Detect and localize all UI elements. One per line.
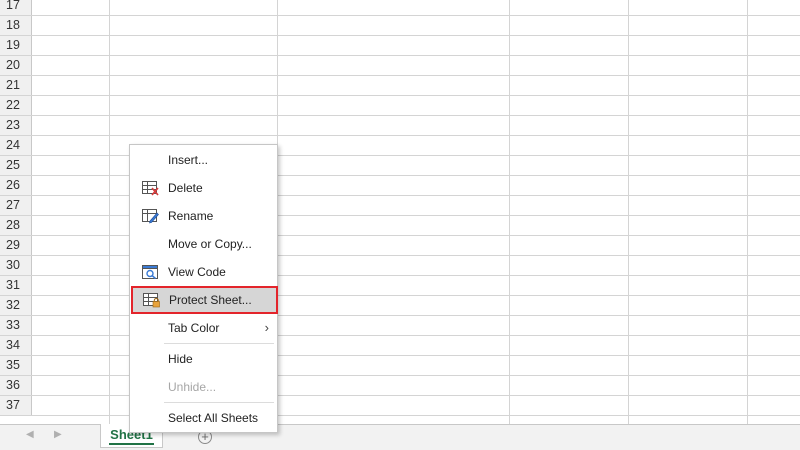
spreadsheet-grid[interactable]: 17 18 19 20 21 22 23 24 25 26 27 28 29 30 31 32 33 34 35 36…	[0, 0, 800, 424]
row-header[interactable]: 20	[0, 56, 32, 75]
menu-item-label: Insert...	[168, 153, 209, 167]
protect-sheet-icon	[143, 293, 160, 308]
row-header[interactable]: 29	[0, 236, 32, 255]
grid-row[interactable]: 19	[0, 36, 800, 56]
excel-window: 17 18 19 20 21 22 23 24 25 26 27 28 29 30 31 32 33 34 35 36…	[0, 0, 800, 450]
menu-item-label: Move or Copy...	[168, 237, 252, 251]
grid-row[interactable]: 20	[0, 56, 800, 76]
menu-item-protect-sheet[interactable]: Protect Sheet...	[131, 286, 278, 314]
menu-item-label: Protect Sheet...	[169, 293, 252, 307]
row-header[interactable]: 32	[0, 296, 32, 315]
row-header[interactable]: 25	[0, 156, 32, 175]
delete-sheet-icon	[142, 181, 159, 196]
row-header[interactable]: 28	[0, 216, 32, 235]
menu-item-select-all-sheets[interactable]: Select All Sheets	[130, 404, 277, 432]
menu-item-label: Hide	[168, 352, 193, 366]
grid-row[interactable]: 30	[0, 256, 800, 276]
rename-sheet-icon	[142, 209, 159, 224]
row-header[interactable]: 31	[0, 276, 32, 295]
menu-item-insert[interactable]: Insert...	[130, 146, 277, 174]
row-header[interactable]: 34	[0, 336, 32, 355]
grid-row[interactable]: 36	[0, 376, 800, 396]
menu-item-unhide: Unhide...	[130, 373, 277, 401]
sheet-context-menu: Insert... Delete Rename Move or Copy... …	[129, 144, 278, 433]
row-header[interactable]: 33	[0, 316, 32, 335]
menu-item-view-code[interactable]: View Code	[130, 258, 277, 286]
menu-item-hide[interactable]: Hide	[130, 345, 277, 373]
grid-row[interactable]: 25	[0, 156, 800, 176]
menu-item-label: Delete	[168, 181, 203, 195]
grid-row[interactable]: 26	[0, 176, 800, 196]
menu-item-move-or-copy[interactable]: Move or Copy...	[130, 230, 277, 258]
grid-row[interactable]: 33	[0, 316, 800, 336]
row-header[interactable]: 24	[0, 136, 32, 155]
view-code-icon	[142, 265, 158, 280]
column-gridline	[509, 0, 510, 424]
column-gridline	[109, 0, 110, 424]
column-gridline	[628, 0, 629, 424]
row-header[interactable]: 37	[0, 396, 32, 415]
menu-separator	[164, 343, 274, 344]
grid-row[interactable]: 35	[0, 356, 800, 376]
menu-item-delete[interactable]: Delete	[130, 174, 277, 202]
grid-row[interactable]: 28	[0, 216, 800, 236]
row-header[interactable]: 22	[0, 96, 32, 115]
menu-separator	[164, 402, 274, 403]
grid-row[interactable]: 29	[0, 236, 800, 256]
row-header[interactable]: 18	[0, 16, 32, 35]
row-header[interactable]: 17	[0, 0, 32, 15]
grid-row[interactable]: 23	[0, 116, 800, 136]
menu-item-tab-color[interactable]: Tab Color ›	[130, 314, 277, 342]
row-header[interactable]: 27	[0, 196, 32, 215]
grid-row[interactable]: 24	[0, 136, 800, 156]
chevron-right-icon: ›	[264, 320, 269, 335]
menu-item-label: Unhide...	[168, 380, 217, 394]
row-header[interactable]: 36	[0, 376, 32, 395]
row-header[interactable]: 19	[0, 36, 32, 55]
grid-row[interactable]: 37	[0, 396, 800, 416]
sheet-tab-bar: ◀ ▶ Sheet1 +	[0, 424, 800, 450]
row-header[interactable]: 30	[0, 256, 32, 275]
menu-item-label: Tab Color	[168, 321, 220, 335]
grid-row[interactable]: 21	[0, 76, 800, 96]
grid-row[interactable]: 17	[0, 0, 800, 16]
column-gridline	[747, 0, 748, 424]
row-header[interactable]: 35	[0, 356, 32, 375]
row-header[interactable]: 23	[0, 116, 32, 135]
menu-item-label: Rename	[168, 209, 214, 223]
grid-row[interactable]: 22	[0, 96, 800, 116]
menu-item-rename[interactable]: Rename	[130, 202, 277, 230]
next-sheet-icon[interactable]: ▶	[54, 429, 62, 440]
grid-row[interactable]: 34	[0, 336, 800, 356]
menu-item-label: View Code	[168, 265, 226, 279]
row-header[interactable]: 21	[0, 76, 32, 95]
grid-row[interactable]: 32	[0, 296, 800, 316]
row-header[interactable]: 26	[0, 176, 32, 195]
grid-row[interactable]: 31	[0, 276, 800, 296]
menu-item-label: Select All Sheets	[168, 411, 259, 425]
previous-sheet-icon[interactable]: ◀	[26, 429, 34, 440]
grid-row[interactable]: 27	[0, 196, 800, 216]
grid-row[interactable]: 18	[0, 16, 800, 36]
